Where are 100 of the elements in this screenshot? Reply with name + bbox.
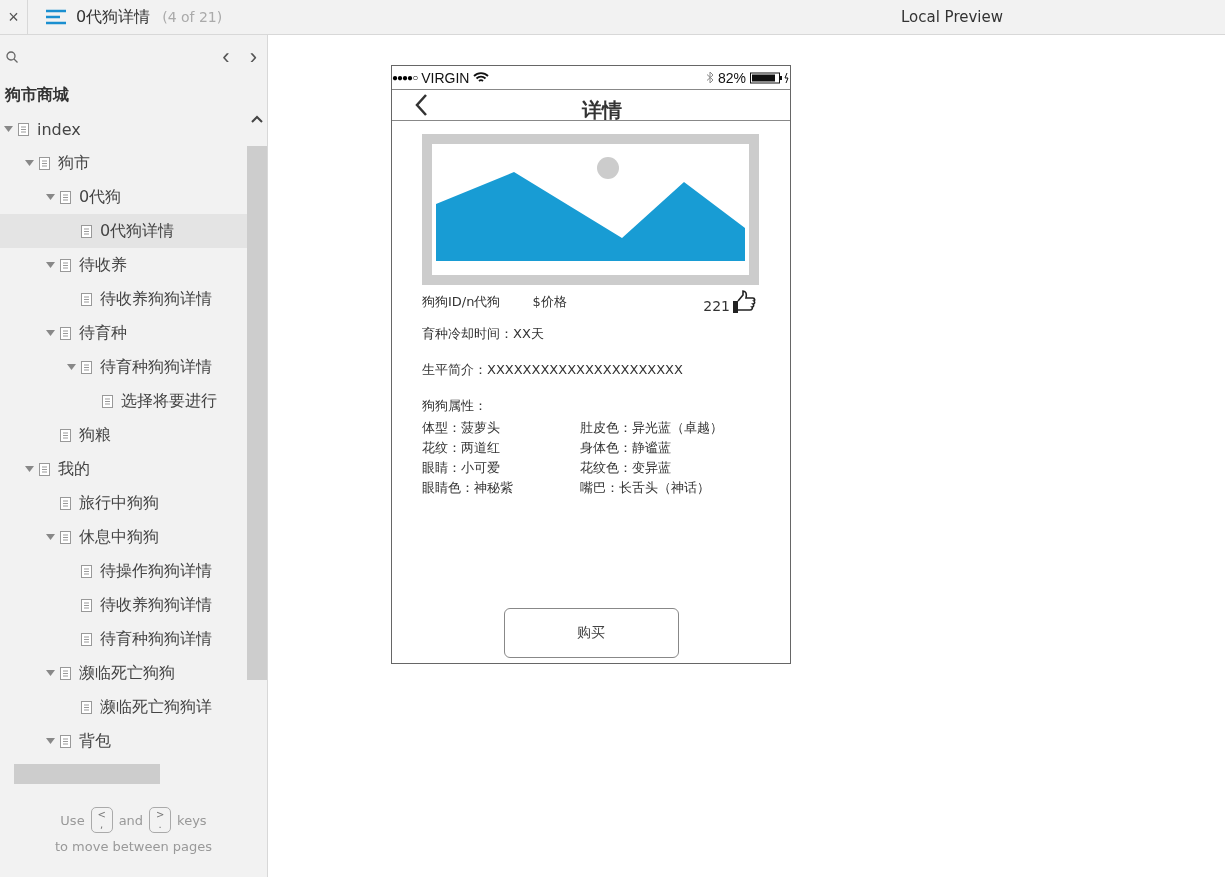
page-icon <box>18 122 29 136</box>
battery-icon <box>750 71 790 84</box>
tree-item-label: 狗粮 <box>79 424 111 446</box>
buy-button[interactable]: 购买 <box>503 608 679 658</box>
page-icon <box>102 394 113 408</box>
page-icon <box>39 156 50 170</box>
dog-id: 狗狗ID/n代狗 <box>422 293 501 311</box>
tree-item[interactable]: 待收养 <box>0 248 247 282</box>
help-text: and <box>118 812 144 828</box>
page-icon <box>60 428 71 442</box>
caret-down-icon[interactable] <box>4 125 13 133</box>
comma-key: < , <box>90 807 113 833</box>
page-icon <box>81 598 92 612</box>
page-icon <box>60 666 71 680</box>
caret-down-icon[interactable] <box>25 465 34 473</box>
signal-dots: ●●●●○ <box>392 72 418 83</box>
search-icon[interactable] <box>6 51 18 63</box>
tree-item-label: 待收养狗狗详情 <box>100 594 212 616</box>
tree-item[interactable]: 旅行中狗狗 <box>0 486 247 520</box>
biography: 生平简介：XXXXXXXXXXXXXXXXXXXXXX <box>422 361 684 379</box>
page-icon <box>81 360 92 374</box>
page-icon <box>60 326 71 340</box>
page-icon <box>81 224 92 238</box>
page-icon <box>81 700 92 714</box>
tree-item-label: 待育种 <box>79 322 127 344</box>
tree-item[interactable]: 狗市 <box>0 146 247 180</box>
like-count: 221 <box>703 298 730 314</box>
page-count: (4 of 21) <box>162 9 223 25</box>
wifi-icon <box>473 71 490 84</box>
tree-item-label: 背包 <box>79 730 111 752</box>
tree-item-label: 休息中狗狗 <box>79 526 159 548</box>
menu-icon[interactable] <box>46 9 66 25</box>
screen-title: 详情 <box>582 96 622 124</box>
page-title: 0代狗详情 <box>76 6 151 28</box>
tree-item[interactable]: 待收养狗狗详情 <box>0 588 247 622</box>
caret-down-icon[interactable] <box>25 159 34 167</box>
attribute-text: 嘴巴：长舌头（神话） <box>580 479 711 497</box>
tree-item[interactable]: 狗粮 <box>0 418 247 452</box>
caret-down-icon[interactable] <box>46 737 55 745</box>
tree-item-label: 选择将要进行 <box>121 390 217 412</box>
caret-down-icon[interactable] <box>46 669 55 677</box>
tree-item[interactable]: 0代狗详情 <box>0 214 247 248</box>
tree-item[interactable]: 濒临死亡狗狗详 <box>0 690 247 724</box>
help-text: to move between pages <box>54 839 213 854</box>
tree-item-label: 待育种狗狗详情 <box>100 628 212 650</box>
caret-down-icon[interactable] <box>46 193 55 201</box>
page-icon <box>60 190 71 204</box>
caret-down-icon[interactable] <box>46 533 55 541</box>
tree-item-label: 0代狗详情 <box>100 220 175 242</box>
caret-down-icon[interactable] <box>67 363 76 371</box>
tree-item[interactable]: 休息中狗狗 <box>0 520 247 554</box>
attribute-text: 眼睛：小可爱 <box>422 459 501 477</box>
breeding-cooldown: 育种冷却时间：XX天 <box>422 325 545 343</box>
page-icon <box>60 734 71 748</box>
period-key: > . <box>149 807 172 833</box>
thumbs-up-icon[interactable] <box>732 290 756 314</box>
attribute-text: 眼睛色：神秘紫 <box>422 479 514 497</box>
tree-item[interactable]: 待育种狗狗详情 <box>0 350 247 384</box>
tree-item[interactable]: index <box>0 112 247 146</box>
tree-item-label: 待收养狗狗详情 <box>100 288 212 310</box>
tree-item-label: 旅行中狗狗 <box>79 492 159 514</box>
page-icon <box>60 530 71 544</box>
bluetooth-icon <box>705 71 714 84</box>
tree-item-label: 濒临死亡狗狗详 <box>100 696 212 718</box>
page-icon <box>81 564 92 578</box>
attribute-text: 身体色：静谧蓝 <box>580 439 672 457</box>
tree-item[interactable]: 背包 <box>0 724 247 758</box>
tree-item-label: 狗市 <box>58 152 90 174</box>
tree-item[interactable]: 待操作狗狗详情 <box>0 554 247 588</box>
tree-item[interactable]: 待收养狗狗详情 <box>0 282 247 316</box>
tree-item-label: 0代狗 <box>79 186 122 208</box>
tree-item[interactable]: 选择将要进行 <box>0 384 247 418</box>
preview-title: Local Preview <box>900 8 1003 26</box>
help-text: keys <box>177 812 207 828</box>
tree-item[interactable]: 待育种狗狗详情 <box>0 622 247 656</box>
tree-item[interactable]: 我的 <box>0 452 247 486</box>
tree-item-label: 我的 <box>58 458 90 480</box>
tree-item[interactable]: 待育种 <box>0 316 247 350</box>
attribute-text: 花纹色：变异蓝 <box>580 459 672 477</box>
previous-page-button[interactable]: ‹ <box>218 46 234 68</box>
attribute-text: 体型：菠萝头 <box>422 419 501 437</box>
page-icon <box>60 496 71 510</box>
carrier-name: VIRGIN <box>421 69 470 86</box>
page-icon <box>39 462 50 476</box>
tree-item[interactable]: 濒临死亡狗狗 <box>0 656 247 690</box>
close-button[interactable]: × <box>0 0 28 34</box>
attributes-heading: 狗狗属性： <box>422 397 488 415</box>
help-text: Use <box>60 812 85 828</box>
tree-item-label: 待操作狗狗详情 <box>100 560 212 582</box>
tree-item-label: 濒临死亡狗狗 <box>79 662 175 684</box>
attribute-text: 肚皮色：异光蓝（卓越） <box>580 419 724 437</box>
tree-item-label: 待育种狗狗详情 <box>100 356 212 378</box>
next-page-button[interactable]: › <box>245 46 261 68</box>
caret-down-icon[interactable] <box>46 329 55 337</box>
page-icon <box>81 632 92 646</box>
caret-down-icon[interactable] <box>46 261 55 269</box>
tree-item[interactable]: 0代狗 <box>0 180 247 214</box>
project-title: 狗市商城 <box>4 84 70 106</box>
tree-item-label: 待收养 <box>79 254 127 276</box>
page-icon <box>60 258 71 272</box>
